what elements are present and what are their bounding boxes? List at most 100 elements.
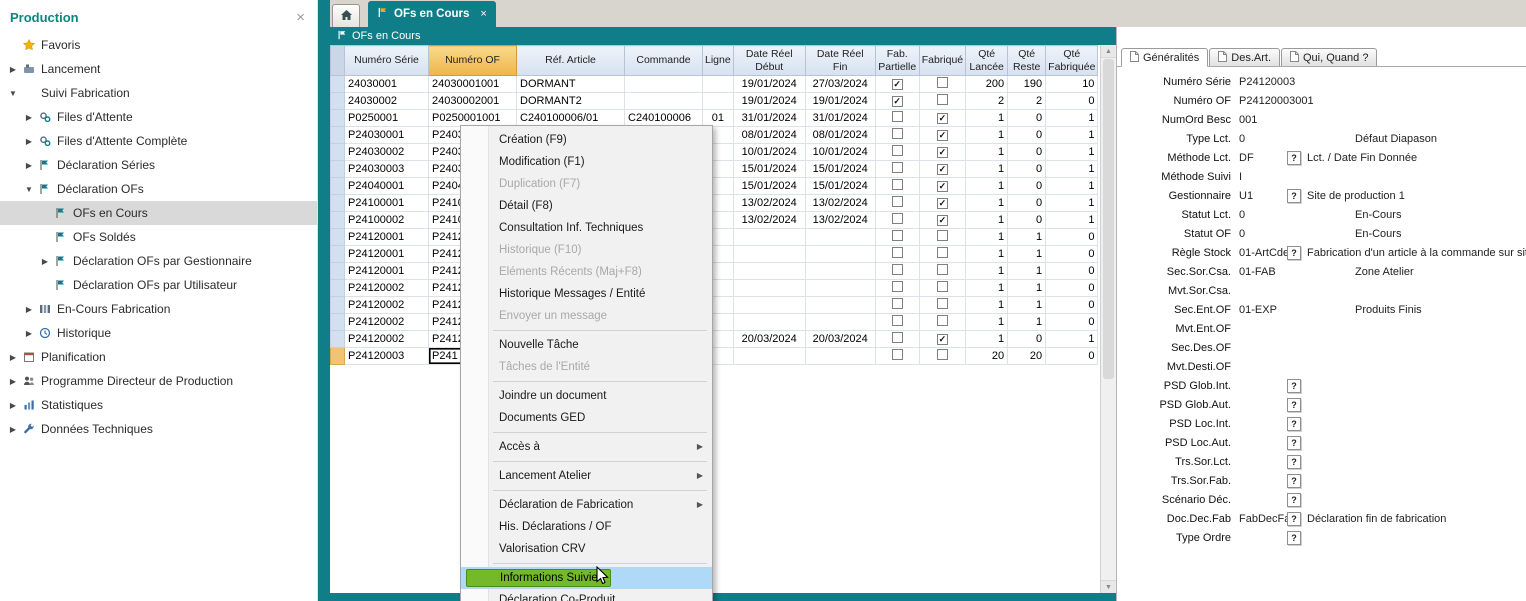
cell-reste[interactable]: 0 <box>1008 212 1046 229</box>
cell-fin[interactable]: 08/01/2024 <box>805 127 875 144</box>
column-header-fabriquee[interactable]: Qté Fabriquée <box>1046 46 1098 76</box>
sidebar-item-d-claration-s-ries[interactable]: ▶Déclaration Séries <box>0 153 317 177</box>
scroll-up-icon[interactable]: ▲ <box>1101 45 1116 58</box>
cell-fabrique[interactable]: ✓ <box>919 144 965 161</box>
chevron-right-icon[interactable]: ▶ <box>22 113 36 122</box>
menu-item-valorisation-crv[interactable]: Valorisation CRV <box>461 538 712 560</box>
cell-lancee[interactable]: 1 <box>966 161 1008 178</box>
checkbox-unchecked[interactable] <box>937 230 948 241</box>
checkbox-unchecked[interactable] <box>937 298 948 309</box>
cell-of[interactable]: P0250001001 <box>429 110 517 127</box>
help-button[interactable]: ? <box>1287 246 1301 260</box>
cell-lancee[interactable]: 1 <box>966 314 1008 331</box>
table-row[interactable]: P24120001P2412110 <box>331 263 1098 280</box>
cell-fabrique[interactable]: ✓ <box>919 178 965 195</box>
cell-reste[interactable]: 0 <box>1008 144 1046 161</box>
chevron-right-icon[interactable]: ▶ <box>6 425 20 434</box>
table-row[interactable]: P24030002P240310/01/202410/01/2024✓101 <box>331 144 1098 161</box>
row-selector[interactable] <box>331 178 345 195</box>
cell-of[interactable]: 24030001001 <box>429 76 517 93</box>
checkbox-unchecked[interactable] <box>892 298 903 309</box>
row-selector[interactable] <box>331 195 345 212</box>
menu-item-el-ments-r-cents-maj-f8[interactable]: Eléments Récents (Maj+F8) <box>461 261 712 283</box>
cell-serie[interactable]: P0250001 <box>345 110 429 127</box>
help-button[interactable]: ? <box>1287 474 1301 488</box>
scrollbar-thumb[interactable] <box>1103 59 1114 379</box>
sidebar-item-favoris[interactable]: Favoris <box>0 33 317 57</box>
cell-fab_partielle[interactable] <box>875 280 919 297</box>
chevron-right-icon[interactable]: ▶ <box>6 401 20 410</box>
table-row[interactable]: P24100002P241013/02/202413/02/2024✓101 <box>331 212 1098 229</box>
cell-serie[interactable]: P24030002 <box>345 144 429 161</box>
checkbox-unchecked[interactable] <box>937 77 948 88</box>
cell-fin[interactable]: 19/01/2024 <box>805 93 875 110</box>
cell-fin[interactable]: 10/01/2024 <box>805 144 875 161</box>
table-row[interactable]: P24040001P240415/01/202415/01/2024✓101 <box>331 178 1098 195</box>
cell-lancee[interactable]: 2 <box>966 93 1008 110</box>
cell-debut[interactable]: 15/01/2024 <box>733 178 805 195</box>
tab-des-art[interactable]: Des.Art. <box>1209 48 1280 66</box>
checkbox-unchecked[interactable] <box>892 281 903 292</box>
cell-debut[interactable]: 19/01/2024 <box>733 93 805 110</box>
row-selector[interactable] <box>331 212 345 229</box>
cell-fab_partielle[interactable] <box>875 161 919 178</box>
chevron-right-icon[interactable]: ▶ <box>6 65 20 74</box>
table-row[interactable]: P24100001P241013/02/202413/02/2024✓101 <box>331 195 1098 212</box>
checkbox-unchecked[interactable] <box>937 247 948 258</box>
checkbox-checked[interactable]: ✓ <box>937 147 948 158</box>
row-selector[interactable] <box>331 348 345 365</box>
cell-reste[interactable]: 2 <box>1008 93 1046 110</box>
column-header-reste[interactable]: Qté Reste <box>1008 46 1046 76</box>
cell-serie[interactable]: P24100002 <box>345 212 429 229</box>
cell-serie[interactable]: P24120003 <box>345 348 429 365</box>
table-row[interactable]: P24030001P240308/01/202408/01/2024✓101 <box>331 127 1098 144</box>
cell-fab_partielle[interactable]: ✓ <box>875 93 919 110</box>
cell-fin[interactable]: 13/02/2024 <box>805 212 875 229</box>
cell-fab_partielle[interactable] <box>875 110 919 127</box>
cell-fab_partielle[interactable] <box>875 331 919 348</box>
sidebar-item-donn-es-techniques[interactable]: ▶Données Techniques <box>0 417 317 441</box>
column-header-commande[interactable]: Commande <box>625 46 703 76</box>
cell-fabrique[interactable] <box>919 280 965 297</box>
cell-debut[interactable] <box>733 280 805 297</box>
cell-article[interactable]: DORMANT2 <box>517 93 625 110</box>
checkbox-unchecked[interactable] <box>937 281 948 292</box>
cell-fabrique[interactable]: ✓ <box>919 331 965 348</box>
cell-lancee[interactable]: 1 <box>966 331 1008 348</box>
menu-item-lancement-atelier[interactable]: Lancement Atelier▶ <box>461 465 712 487</box>
chevron-down-icon[interactable]: ▼ <box>6 89 20 98</box>
cell-serie[interactable]: P24030001 <box>345 127 429 144</box>
cell-lancee[interactable]: 1 <box>966 212 1008 229</box>
cell-commande[interactable]: C240100006 <box>625 110 703 127</box>
cell-debut[interactable] <box>733 314 805 331</box>
sidebar-item-statistiques[interactable]: ▶Statistiques <box>0 393 317 417</box>
chevron-right-icon[interactable]: ▶ <box>22 305 36 314</box>
cell-fin[interactable] <box>805 297 875 314</box>
cell-fin[interactable] <box>805 246 875 263</box>
cell-fabrique[interactable] <box>919 93 965 110</box>
help-button[interactable]: ? <box>1287 436 1301 450</box>
cell-fab_partielle[interactable] <box>875 348 919 365</box>
table-row[interactable]: P0250001P0250001001C240100006/01C2401000… <box>331 110 1098 127</box>
chevron-right-icon[interactable]: ▶ <box>38 257 52 266</box>
column-header-serie[interactable]: Numéro Série <box>345 46 429 76</box>
checkbox-checked[interactable]: ✓ <box>937 334 948 345</box>
sidebar-item-ofs-sold-s[interactable]: OFs Soldés <box>0 225 317 249</box>
cell-serie[interactable]: P24120001 <box>345 229 429 246</box>
cell-fin[interactable] <box>805 229 875 246</box>
cell-fabrique[interactable] <box>919 263 965 280</box>
cell-lancee[interactable]: 1 <box>966 246 1008 263</box>
menu-item-historique-f10[interactable]: Historique (F10) <box>461 239 712 261</box>
cell-fabrique[interactable]: ✓ <box>919 212 965 229</box>
cell-debut[interactable]: 13/02/2024 <box>733 212 805 229</box>
cell-serie[interactable]: P24120002 <box>345 331 429 348</box>
cell-fabrique[interactable]: ✓ <box>919 161 965 178</box>
help-button[interactable]: ? <box>1287 379 1301 393</box>
cell-lancee[interactable]: 1 <box>966 127 1008 144</box>
cell-fabriquee[interactable]: 0 <box>1046 263 1098 280</box>
cell-fabrique[interactable] <box>919 297 965 314</box>
sidebar-item-d-claration-ofs-par-utilisateur[interactable]: Déclaration OFs par Utilisateur <box>0 273 317 297</box>
cell-fab_partielle[interactable]: ✓ <box>875 76 919 93</box>
cell-reste[interactable]: 0 <box>1008 110 1046 127</box>
cell-debut[interactable]: 08/01/2024 <box>733 127 805 144</box>
